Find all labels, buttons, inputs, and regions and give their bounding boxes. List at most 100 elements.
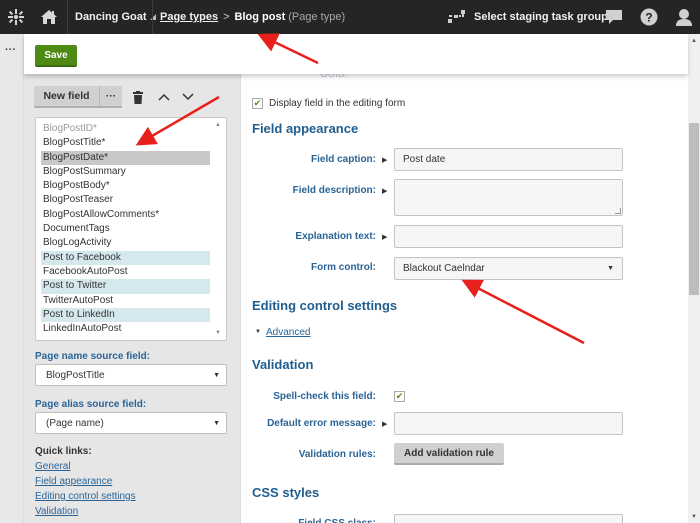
help-icon[interactable]: ?	[637, 0, 661, 34]
site-selector[interactable]: Dancing Goat ◢	[75, 0, 156, 34]
field-list-item[interactable]: LinkedInAutoPost	[41, 322, 210, 336]
default-error-message-input[interactable]	[394, 412, 623, 435]
listbox-scroll-down-icon[interactable]: ▼	[215, 330, 221, 336]
localize-arrow-icon[interactable]: ▶	[382, 233, 387, 241]
listbox-scroll-up-icon[interactable]: ▲	[215, 122, 221, 128]
field-caption-label: Field caption:	[311, 154, 376, 165]
field-properties-form: ✔ Display field in the editing form Fiel…	[240, 74, 688, 523]
field-caption-input[interactable]: Post date	[394, 148, 623, 171]
localize-arrow-icon[interactable]: ▶	[382, 156, 387, 164]
page-name-source-select[interactable]: BlogPostTitle ▼	[35, 364, 227, 386]
advanced-link[interactable]: Advanced	[266, 327, 310, 338]
field-list-item[interactable]: BlogPostBody*	[41, 179, 210, 193]
breadcrumb-separator: >	[223, 11, 230, 23]
chevron-down-icon: ▼	[213, 371, 220, 379]
field-list-item[interactable]: FacebookAutoPost	[41, 265, 210, 279]
localize-arrow-icon[interactable]: ▶	[382, 187, 387, 195]
field-list-item[interactable]: BlogPostTitle*	[41, 136, 210, 150]
expand-caret-icon[interactable]: ▼	[255, 329, 261, 335]
quick-link-validation[interactable]: Validation	[35, 506, 78, 517]
page-name-source-label: Page name source field:	[35, 351, 151, 362]
staging-task-group-selector[interactable]: Select staging task group	[448, 0, 608, 34]
localize-arrow-icon[interactable]: ▶	[382, 420, 387, 428]
field-list-item[interactable]: BlogPostID*	[41, 122, 210, 136]
breadcrumb-type: (Page type)	[288, 11, 346, 23]
save-button[interactable]: Save	[35, 45, 77, 67]
trash-icon[interactable]	[131, 89, 145, 105]
home-icon[interactable]	[32, 0, 66, 34]
field-list-panel: New field ··· BlogPostID* BlogPostTitle* B…	[24, 74, 240, 523]
field-description-label: Field description:	[292, 185, 376, 196]
resize-grip-icon[interactable]	[615, 208, 621, 214]
display-field-checkbox[interactable]: ✔	[252, 98, 263, 109]
explanation-text-input[interactable]	[394, 225, 623, 248]
move-up-icon[interactable]	[157, 89, 171, 105]
field-list-item[interactable]: BlogLogActivity	[41, 236, 210, 250]
display-field-label: Display field in the editing form	[269, 98, 406, 109]
field-list-item[interactable]: DocumentTags	[41, 222, 210, 236]
field-css-class-label: Field CSS class:	[298, 518, 376, 523]
quick-link-field-appearance[interactable]: Field appearance	[35, 476, 112, 487]
site-name: Dancing Goat	[75, 11, 147, 23]
field-list-item[interactable]: Post to Twitter	[41, 279, 210, 294]
field-list-item[interactable]: BlogPostSummary	[41, 165, 210, 179]
field-list-item[interactable]: TwitterAutoPost	[41, 294, 210, 308]
breadcrumb: Page types > Blog post (Page type)	[160, 0, 345, 34]
breadcrumb-page-types-link[interactable]: Page types	[160, 11, 218, 23]
quick-link-editing-control-settings[interactable]: Editing control settings	[35, 491, 136, 502]
scrollbar-thumb[interactable]	[689, 123, 699, 295]
explanation-text-label: Explanation text:	[295, 231, 376, 242]
breadcrumb-current: Blog post	[234, 11, 286, 23]
move-down-icon[interactable]	[181, 89, 195, 105]
field-caption-value: Post date	[403, 154, 446, 165]
default-error-message-label: Default error message:	[267, 418, 376, 429]
new-field-more-button[interactable]: ···	[100, 86, 122, 106]
user-icon[interactable]	[672, 0, 696, 34]
form-control-select[interactable]: Blackout Caelndar ▼	[394, 257, 623, 280]
chevron-down-icon: ▼	[607, 265, 614, 272]
quick-links-title: Quick links:	[35, 446, 92, 457]
form-control-label: Form control:	[311, 262, 376, 273]
page-name-source-value: BlogPostTitle	[46, 369, 105, 381]
field-css-class-input[interactable]	[394, 514, 623, 523]
add-validation-rule-button[interactable]: Add validation rule	[394, 443, 504, 465]
svg-text:?: ?	[645, 11, 652, 25]
page-alias-source-label: Page alias source field:	[35, 399, 147, 410]
kentico-logo-icon[interactable]	[0, 0, 32, 34]
scroll-down-icon[interactable]: ▼	[691, 514, 697, 520]
editing-control-settings-heading: Editing control settings	[252, 298, 398, 313]
css-styles-heading: CSS styles	[252, 485, 320, 500]
field-list-item[interactable]: BlogPostAllowComments*	[41, 208, 210, 222]
divider	[67, 0, 68, 34]
field-list-item[interactable]: Post to LinkedIn	[41, 307, 210, 323]
staging-label: Select staging task group	[474, 11, 608, 23]
page-alias-source-value: (Page name)	[46, 417, 104, 429]
validation-heading: Validation	[252, 357, 314, 372]
spellcheck-checkbox[interactable]: ✔	[394, 391, 405, 402]
action-header: Save	[24, 34, 688, 74]
chevron-down-icon: ▼	[213, 419, 220, 427]
field-items: BlogPostID* BlogPostTitle* BlogPostDate* Bl…	[36, 118, 226, 336]
page-alias-source-select[interactable]: (Page name) ▼	[35, 412, 227, 434]
validation-rules-label: Validation rules:	[298, 449, 376, 460]
field-description-textarea[interactable]	[394, 179, 623, 216]
main-scrollbar[interactable]: ▲ ▼	[688, 34, 700, 523]
field-list-item[interactable]: Post to Facebook	[41, 250, 210, 265]
chat-icon[interactable]	[602, 0, 626, 34]
staging-icon	[448, 10, 465, 23]
form-control-value: Blackout Caelndar	[403, 263, 485, 274]
top-navigation-bar: Dancing Goat ◢ Page types > Blog post (P…	[0, 0, 700, 34]
new-field-button-group: New field ···	[34, 86, 122, 108]
field-list-item[interactable]: BlogPostDate*	[41, 150, 210, 165]
new-field-button[interactable]: New field	[34, 86, 100, 106]
field-list-item[interactable]: BlogPostTeaser	[41, 193, 210, 207]
left-collapse-strip: ···	[0, 34, 24, 523]
more-menu-icon[interactable]: ···	[5, 44, 16, 56]
spellcheck-label: Spell-check this field:	[273, 391, 376, 402]
divider	[152, 0, 153, 34]
field-listbox[interactable]: BlogPostID* BlogPostTitle* BlogPostDate* Bl…	[35, 117, 227, 341]
scroll-up-icon[interactable]: ▲	[691, 38, 697, 44]
field-list-toolbar: New field ···	[34, 86, 195, 108]
field-appearance-heading: Field appearance	[252, 121, 359, 136]
quick-link-general[interactable]: General	[35, 461, 71, 472]
